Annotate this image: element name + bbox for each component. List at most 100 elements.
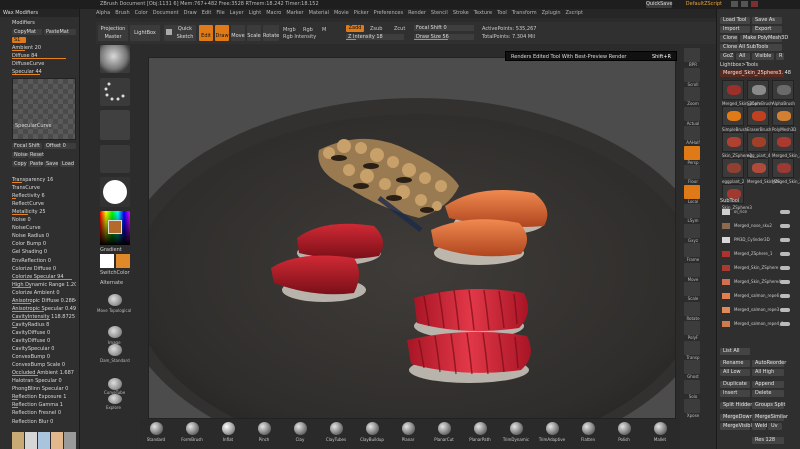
- material-thumb[interactable]: [100, 177, 130, 207]
- pastemat-button[interactable]: PasteMat: [44, 29, 76, 35]
- visibility-eye-icon[interactable]: [780, 224, 790, 228]
- menu-item[interactable]: Material: [309, 10, 329, 16]
- zcut-toggle[interactable]: Zcut: [394, 26, 405, 32]
- duplicate-button[interactable]: Duplicate: [720, 381, 750, 388]
- menu-item[interactable]: Movie: [334, 10, 349, 16]
- menu-item[interactable]: Transform: [512, 10, 537, 16]
- persp-button[interactable]: [684, 145, 700, 160]
- subtool-item[interactable]: ol_rice: [722, 208, 790, 216]
- material-slider[interactable]: Occluded Ambient 1.687: [12, 370, 76, 377]
- tool-thumb[interactable]: [747, 80, 769, 100]
- stroke-thumb[interactable]: [100, 78, 130, 106]
- subtool-item[interactable]: Merged_Skin_ZSphere4: [722, 278, 790, 286]
- list-all-button[interactable]: List All: [720, 348, 750, 355]
- subtool-item[interactable]: PM3D_Cylinder3D: [722, 236, 790, 244]
- import-button[interactable]: Import: [720, 26, 750, 33]
- material-slider[interactable]: CavitySpecular 0: [12, 346, 76, 352]
- frame-button[interactable]: [684, 243, 700, 257]
- brush-mallet[interactable]: Mallet: [646, 422, 674, 446]
- tool-thumb[interactable]: [747, 106, 769, 126]
- menu-item[interactable]: Stencil: [431, 10, 448, 16]
- rotate-button[interactable]: Rotate: [263, 25, 279, 41]
- material-slider[interactable]: Noise Radius 0: [12, 233, 76, 239]
- zsub-toggle[interactable]: Zsub: [370, 26, 382, 32]
- m-toggle[interactable]: M: [322, 27, 326, 33]
- local-button[interactable]: [684, 184, 700, 199]
- menu-item[interactable]: Marker: [286, 10, 303, 16]
- brush-polish[interactable]: Polish: [610, 422, 638, 446]
- focal-shift-slider[interactable]: Focal Shift 0: [414, 25, 474, 31]
- brush-claybuildup[interactable]: ClayBuildup: [358, 422, 386, 446]
- solo-button[interactable]: [684, 379, 700, 394]
- tool-thumb[interactable]: [772, 158, 794, 178]
- tool-thumb[interactable]: [722, 132, 744, 152]
- material-slider[interactable]: CavityDiffuse 0: [12, 330, 76, 336]
- tool-thumb[interactable]: [772, 80, 794, 100]
- menu-item[interactable]: Zscript: [566, 10, 583, 16]
- material-slider[interactable]: Reflection Fresnel 0: [12, 410, 76, 416]
- secondary-color-swatch[interactable]: [116, 254, 130, 268]
- zoom-button[interactable]: [684, 87, 700, 101]
- material-slider[interactable]: Reflection Gamma 1: [12, 402, 76, 409]
- material-slider[interactable]: Anisotropic Diffuse 0.2884: [12, 298, 76, 304]
- brush-planarcut[interactable]: PlanarCut: [430, 422, 458, 446]
- material-slider[interactable]: Noise 0: [12, 217, 76, 223]
- export-button[interactable]: Export: [752, 26, 782, 33]
- material-slider[interactable]: Colorize Specular 94: [12, 274, 76, 280]
- material-slider[interactable]: CavityRadius 8: [12, 322, 76, 328]
- brush-planar[interactable]: Planar: [394, 422, 422, 446]
- focal-shift-button[interactable]: Focal Shift: [12, 143, 42, 149]
- tool-thumb[interactable]: [747, 158, 769, 178]
- menu-item[interactable]: Draw: [184, 10, 197, 16]
- material-slider[interactable]: CavityIntensity 118.8725: [12, 314, 76, 320]
- copy-button[interactable]: Copy: [12, 161, 27, 167]
- material-slider[interactable]: Reflection Exposure 1: [12, 394, 76, 401]
- goz-button[interactable]: GoZ: [720, 53, 734, 60]
- brush-formbrush[interactable]: FormBrush: [178, 422, 206, 446]
- menu-item[interactable]: Color: [135, 10, 148, 16]
- draw-size-slider[interactable]: Draw Size 56: [414, 34, 474, 40]
- subtool-item[interactable]: Merged_ZSphere_1: [722, 250, 790, 258]
- visibility-eye-icon[interactable]: [780, 252, 790, 256]
- material-slider[interactable]: Colorize Ambient 0: [12, 290, 76, 296]
- menu-item[interactable]: Layer: [230, 10, 244, 16]
- material-slider[interactable]: Reflectivity 6: [12, 193, 76, 200]
- alternate-button[interactable]: Alternate: [100, 280, 123, 286]
- xpose-button[interactable]: [684, 399, 700, 413]
- rgb-toggle[interactable]: Rgb: [303, 27, 313, 33]
- quicksave-button[interactable]: QuickSave: [646, 1, 672, 8]
- explore-icon[interactable]: [108, 394, 122, 404]
- tool-thumb[interactable]: [722, 80, 744, 100]
- mrgb-toggle[interactable]: Mrgb: [283, 27, 296, 33]
- copymat-button[interactable]: CopyMat: [12, 29, 42, 35]
- material-slider[interactable]: High Dynamic Range 1.206: [12, 282, 76, 288]
- color-picker[interactable]: [100, 211, 130, 245]
- split-hidden-button[interactable]: Split Hidden: [720, 402, 753, 409]
- insert-button[interactable]: Insert: [720, 390, 750, 397]
- switch-color-button[interactable]: SwitchColor: [100, 270, 130, 276]
- noise-button[interactable]: Noise: [12, 152, 28, 158]
- scroll-button[interactable]: [684, 67, 700, 82]
- material-slider[interactable]: ReflectCurve: [12, 201, 76, 207]
- lightbox-tools-label[interactable]: Lightbox>Tools: [720, 62, 758, 69]
- menu-item[interactable]: Stroke: [453, 10, 469, 16]
- visibility-eye-icon[interactable]: [780, 280, 790, 284]
- material-slider[interactable]: Transparency 16: [12, 177, 76, 183]
- all-low-button[interactable]: All Low: [720, 369, 750, 376]
- menu-item[interactable]: Picker: [354, 10, 369, 16]
- merge-visible-button[interactable]: MergeVisible: [720, 423, 755, 430]
- move-topological-icon[interactable]: [108, 294, 122, 306]
- menu-item[interactable]: Zplugin: [542, 10, 561, 16]
- visibility-eye-icon[interactable]: [780, 210, 790, 214]
- merge-similar-button[interactable]: MergeSimilar: [752, 414, 788, 421]
- visibility-eye-icon[interactable]: [780, 308, 790, 312]
- polyf-button[interactable]: [684, 321, 700, 335]
- visible-button[interactable]: Visible: [752, 53, 774, 60]
- move-button[interactable]: [684, 262, 700, 277]
- menu-item[interactable]: Tool: [497, 10, 507, 16]
- material-slider[interactable]: Diffuse 84: [12, 53, 76, 59]
- lightbox-button[interactable]: LightBox: [130, 25, 160, 41]
- scale-button[interactable]: Scale: [247, 25, 261, 41]
- material-slider[interactable]: Ambient 20: [12, 45, 76, 51]
- autoreorder-button[interactable]: AutoReorder: [752, 360, 786, 367]
